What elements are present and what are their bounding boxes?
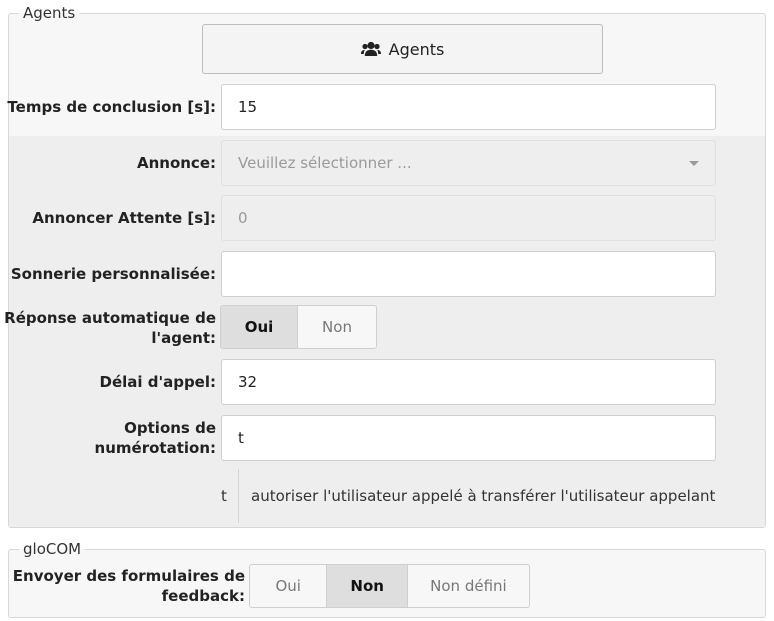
feedback-option-yes[interactable]: Oui bbox=[250, 565, 326, 607]
feedback-forms-label: Envoyer des formulaires de feedback: bbox=[13, 564, 245, 608]
conclusion-time-label: Temps de conclusion [s]: bbox=[7, 98, 216, 116]
dial-option-description: autoriser l'utilisateur appelé à transfé… bbox=[251, 487, 716, 505]
agents-button-label: Agents bbox=[388, 39, 445, 59]
auto-answer-option-yes[interactable]: Oui bbox=[221, 306, 298, 348]
auto-answer-label-line1: Réponse automatique de bbox=[4, 309, 216, 327]
auto-answer-option-no[interactable]: Non bbox=[297, 306, 376, 348]
feedback-forms-label-line2: feedback: bbox=[161, 587, 245, 605]
auto-answer-label: Réponse automatique de l'agent: bbox=[4, 306, 216, 350]
announcement-placeholder: Veuillez sélectionner ... bbox=[238, 154, 412, 172]
dial-options-label: Options de numérotation: bbox=[94, 419, 216, 457]
users-icon bbox=[360, 41, 381, 56]
announce-wait-input[interactable]: 0 bbox=[221, 195, 716, 241]
feedback-option-undefined[interactable]: Non défini bbox=[406, 565, 529, 607]
feedback-forms-toggle[interactable]: Oui Non Non défini bbox=[249, 564, 530, 608]
call-delay-input[interactable]: 32 bbox=[221, 359, 716, 405]
auto-answer-label-line2: l'agent: bbox=[151, 329, 216, 347]
agents-button[interactable]: Agents bbox=[202, 24, 603, 74]
dial-option-key: t bbox=[221, 487, 227, 505]
auto-answer-toggle[interactable]: Oui Non bbox=[220, 305, 377, 349]
glocom-legend: gloCOM bbox=[23, 540, 82, 558]
agents-legend: Agents bbox=[23, 4, 76, 22]
feedback-option-no[interactable]: Non bbox=[326, 565, 407, 607]
dial-option-divider bbox=[238, 469, 239, 523]
call-delay-label: Délai d'appel: bbox=[99, 373, 217, 391]
dial-options-input[interactable]: t bbox=[221, 415, 716, 461]
custom-ringtone-label: Sonnerie personnalisée: bbox=[10, 265, 216, 283]
chevron-down-icon bbox=[689, 161, 699, 166]
feedback-forms-label-line1: Envoyer des formulaires de bbox=[12, 567, 245, 585]
custom-ringtone-input[interactable] bbox=[221, 251, 716, 297]
announce-wait-label: Annoncer Attente [s]: bbox=[32, 209, 216, 227]
conclusion-time-input[interactable]: 15 bbox=[221, 84, 716, 130]
announcement-select[interactable]: Veuillez sélectionner ... bbox=[221, 140, 716, 186]
announcement-label: Annonce: bbox=[136, 154, 216, 172]
